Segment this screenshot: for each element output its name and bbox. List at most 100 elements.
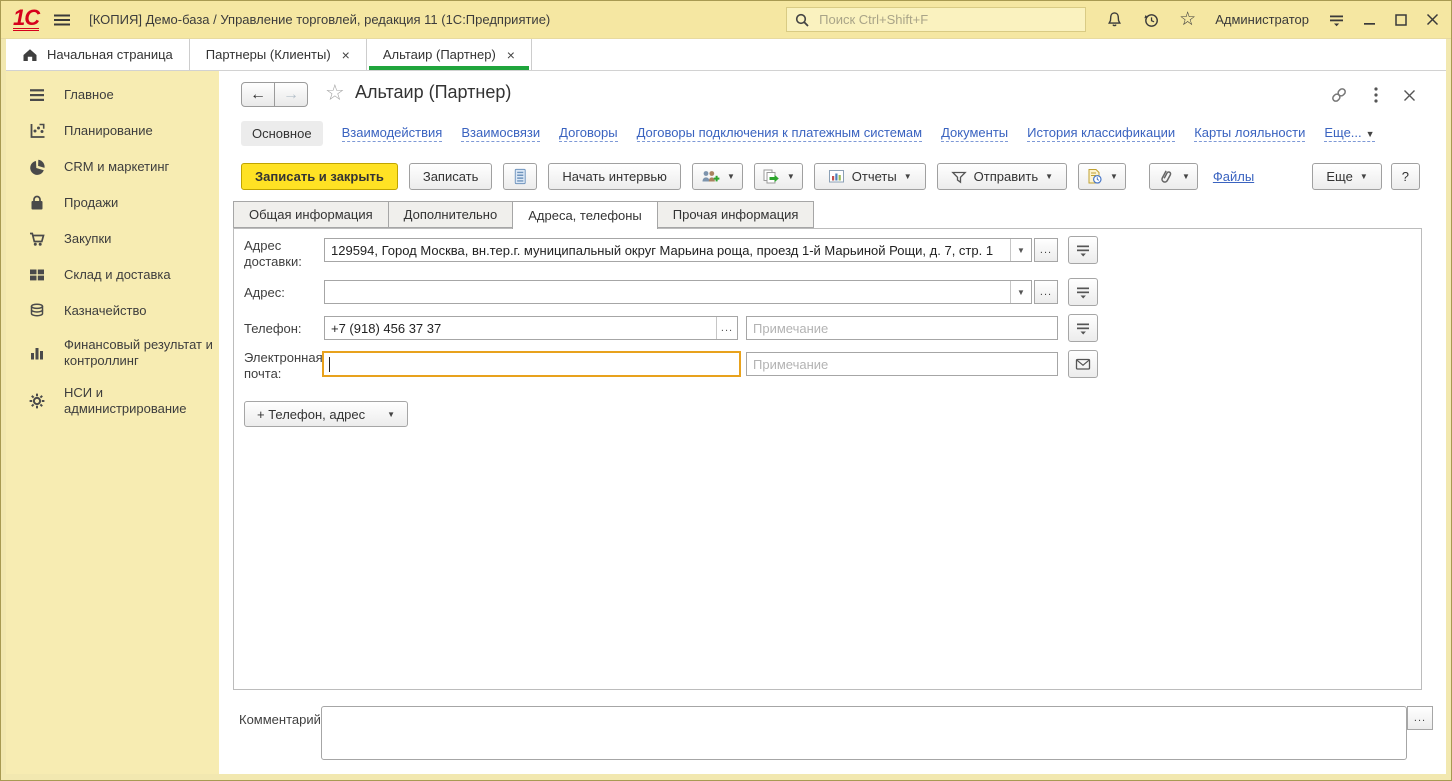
address-choose-button[interactable]: ... xyxy=(1034,280,1058,304)
sidebar-item-label: Продажи xyxy=(64,195,213,211)
get-link-button[interactable] xyxy=(1329,85,1349,105)
files-link[interactable]: Файлы xyxy=(1213,169,1254,184)
sidebar-item-admin[interactable]: НСИ и администрирование xyxy=(6,377,219,425)
write-email-button[interactable] xyxy=(1068,350,1098,378)
tab-altair[interactable]: Альтаир (Партнер) × xyxy=(367,39,532,70)
start-interview-button[interactable]: Начать интервью xyxy=(548,163,681,190)
card-file-button[interactable] xyxy=(503,163,537,190)
help-button[interactable]: ? xyxy=(1391,163,1420,190)
star-icon: ☆ xyxy=(1179,8,1196,31)
note-lines-icon xyxy=(1074,242,1092,259)
document-clock-icon xyxy=(1086,168,1103,185)
close-tab-icon[interactable]: × xyxy=(507,47,515,63)
title-bar: 1С [КОПИЯ] Демо-база / Управление торгов… xyxy=(1,1,1451,39)
send-button[interactable]: Отправить ▼ xyxy=(937,163,1067,190)
note-lines-icon xyxy=(1074,284,1092,301)
navlink-classification[interactable]: История классификации xyxy=(1027,125,1175,142)
navlink-documents[interactable]: Документы xyxy=(941,125,1008,142)
sidebar-item-crm[interactable]: CRM и маркетинг xyxy=(6,149,219,185)
chevron-down-icon: ▼ xyxy=(387,410,395,419)
email-note-input[interactable] xyxy=(747,353,1057,375)
delivery-address-field: ▼ xyxy=(324,238,1032,262)
copy-create-button[interactable]: ▼ xyxy=(754,163,803,190)
navlink-payment-contracts[interactable]: Договоры подключения к платежным система… xyxy=(637,125,923,142)
attachments-button[interactable]: ▼ xyxy=(1149,163,1198,190)
delivery-address-comment-button[interactable] xyxy=(1068,236,1098,264)
favorites-button[interactable]: ☆ xyxy=(1179,8,1196,31)
form-header-icons xyxy=(1329,85,1416,105)
navlink-loyalty-cards[interactable]: Карты лояльности xyxy=(1194,125,1305,142)
sidebar-item-planning[interactable]: Планирование xyxy=(6,113,219,149)
phone-choose-button[interactable]: ... xyxy=(716,317,737,339)
navlink-main[interactable]: Основное xyxy=(241,121,323,146)
menu-arrow-icon xyxy=(1328,12,1345,28)
delivery-address-input[interactable] xyxy=(325,239,1010,261)
navlink-contracts[interactable]: Договоры xyxy=(559,125,617,142)
save-button[interactable]: Записать xyxy=(409,163,493,190)
forward-button[interactable]: → xyxy=(274,82,308,107)
search-input[interactable] xyxy=(817,11,1078,28)
minimize-icon xyxy=(1364,14,1376,26)
maximize-button[interactable] xyxy=(1395,14,1407,26)
chevron-down-icon: ▼ xyxy=(1110,172,1118,181)
close-window-button[interactable] xyxy=(1426,13,1439,26)
service-menu-button[interactable] xyxy=(1328,12,1345,28)
chevron-down-icon: ▼ xyxy=(727,172,735,181)
sidebar-item-purchases[interactable]: Закупки xyxy=(6,221,219,257)
current-user-label[interactable]: Администратор xyxy=(1215,12,1309,27)
navlink-more[interactable]: Еще...▼ xyxy=(1324,125,1374,142)
1c-logo-icon: 1С xyxy=(13,8,39,31)
send-funnel-icon xyxy=(951,169,967,184)
report-chart-icon xyxy=(828,168,845,185)
address-label: Адрес: xyxy=(244,285,285,301)
favorite-star-icon[interactable]: ☆ xyxy=(325,80,345,106)
close-tab-icon[interactable]: × xyxy=(342,47,350,63)
tasks-button[interactable]: ▼ xyxy=(1078,163,1126,190)
sidebar-item-label: Склад и доставка xyxy=(64,267,213,283)
chevron-down-icon: ▼ xyxy=(1017,288,1025,297)
save-close-button[interactable]: Записать и закрыть xyxy=(241,163,398,190)
tab-partners[interactable]: Партнеры (Клиенты) × xyxy=(190,39,367,70)
global-search[interactable] xyxy=(786,7,1086,32)
dropdown-arrow-button[interactable]: ▼ xyxy=(1010,239,1031,261)
delivery-address-choose-button[interactable]: ... xyxy=(1034,238,1058,262)
sidebar-item-label: Финансовый результат и контроллинг xyxy=(64,337,213,369)
more-button[interactable]: Еще ▼ xyxy=(1312,163,1381,190)
add-contact-button[interactable]: ▼ xyxy=(692,163,743,190)
sidebar-item-finance[interactable]: Финансовый результат и контроллинг xyxy=(6,329,219,377)
close-form-button[interactable] xyxy=(1403,89,1416,102)
comment-expand-button[interactable]: ... xyxy=(1407,706,1433,730)
back-button[interactable]: ← xyxy=(241,82,275,107)
arrow-left-icon: ← xyxy=(250,86,266,104)
sidebar-item-warehouse[interactable]: Склад и доставка xyxy=(6,257,219,293)
phone-note-input[interactable] xyxy=(747,317,1057,339)
sidebar-item-sales[interactable]: Продажи xyxy=(6,185,219,221)
tab-home[interactable]: Начальная страница xyxy=(6,39,190,70)
dropdown-arrow-button[interactable]: ▼ xyxy=(1010,281,1031,303)
bell-icon xyxy=(1106,11,1123,28)
form-tab-general[interactable]: Общая информация xyxy=(233,201,389,228)
sidebar-item-main[interactable]: Главное xyxy=(6,77,219,113)
chevron-down-icon: ▼ xyxy=(1182,172,1190,181)
navlink-relations[interactable]: Взаимосвязи xyxy=(461,125,540,142)
form-tab-additional[interactable]: Дополнительно xyxy=(388,201,514,228)
reports-button[interactable]: Отчеты ▼ xyxy=(814,163,926,190)
menu-icon xyxy=(27,85,47,105)
sidebar-item-treasury[interactable]: Казначейство xyxy=(6,293,219,329)
navlink-interactions[interactable]: Взаимодействия xyxy=(342,125,443,142)
form-tab-other[interactable]: Прочая информация xyxy=(657,201,815,228)
more-menu-button[interactable] xyxy=(1374,87,1378,103)
address-comment-button[interactable] xyxy=(1068,278,1098,306)
history-button[interactable] xyxy=(1142,11,1160,29)
form-tab-addresses[interactable]: Адреса, телефоны xyxy=(512,201,658,229)
main-menu-button[interactable] xyxy=(53,12,71,28)
phone-input[interactable] xyxy=(325,317,716,339)
minimize-button[interactable] xyxy=(1364,14,1376,26)
comment-textarea[interactable] xyxy=(321,706,1407,760)
add-phone-address-button[interactable]: + Телефон, адрес ▼ xyxy=(244,401,408,427)
phone-comment-button[interactable] xyxy=(1068,314,1098,342)
email-input[interactable] xyxy=(330,353,739,375)
notifications-button[interactable] xyxy=(1106,11,1123,28)
section-sidebar: Главное Планирование CRM и маркетинг Про… xyxy=(6,71,219,774)
address-input[interactable] xyxy=(325,281,1010,303)
